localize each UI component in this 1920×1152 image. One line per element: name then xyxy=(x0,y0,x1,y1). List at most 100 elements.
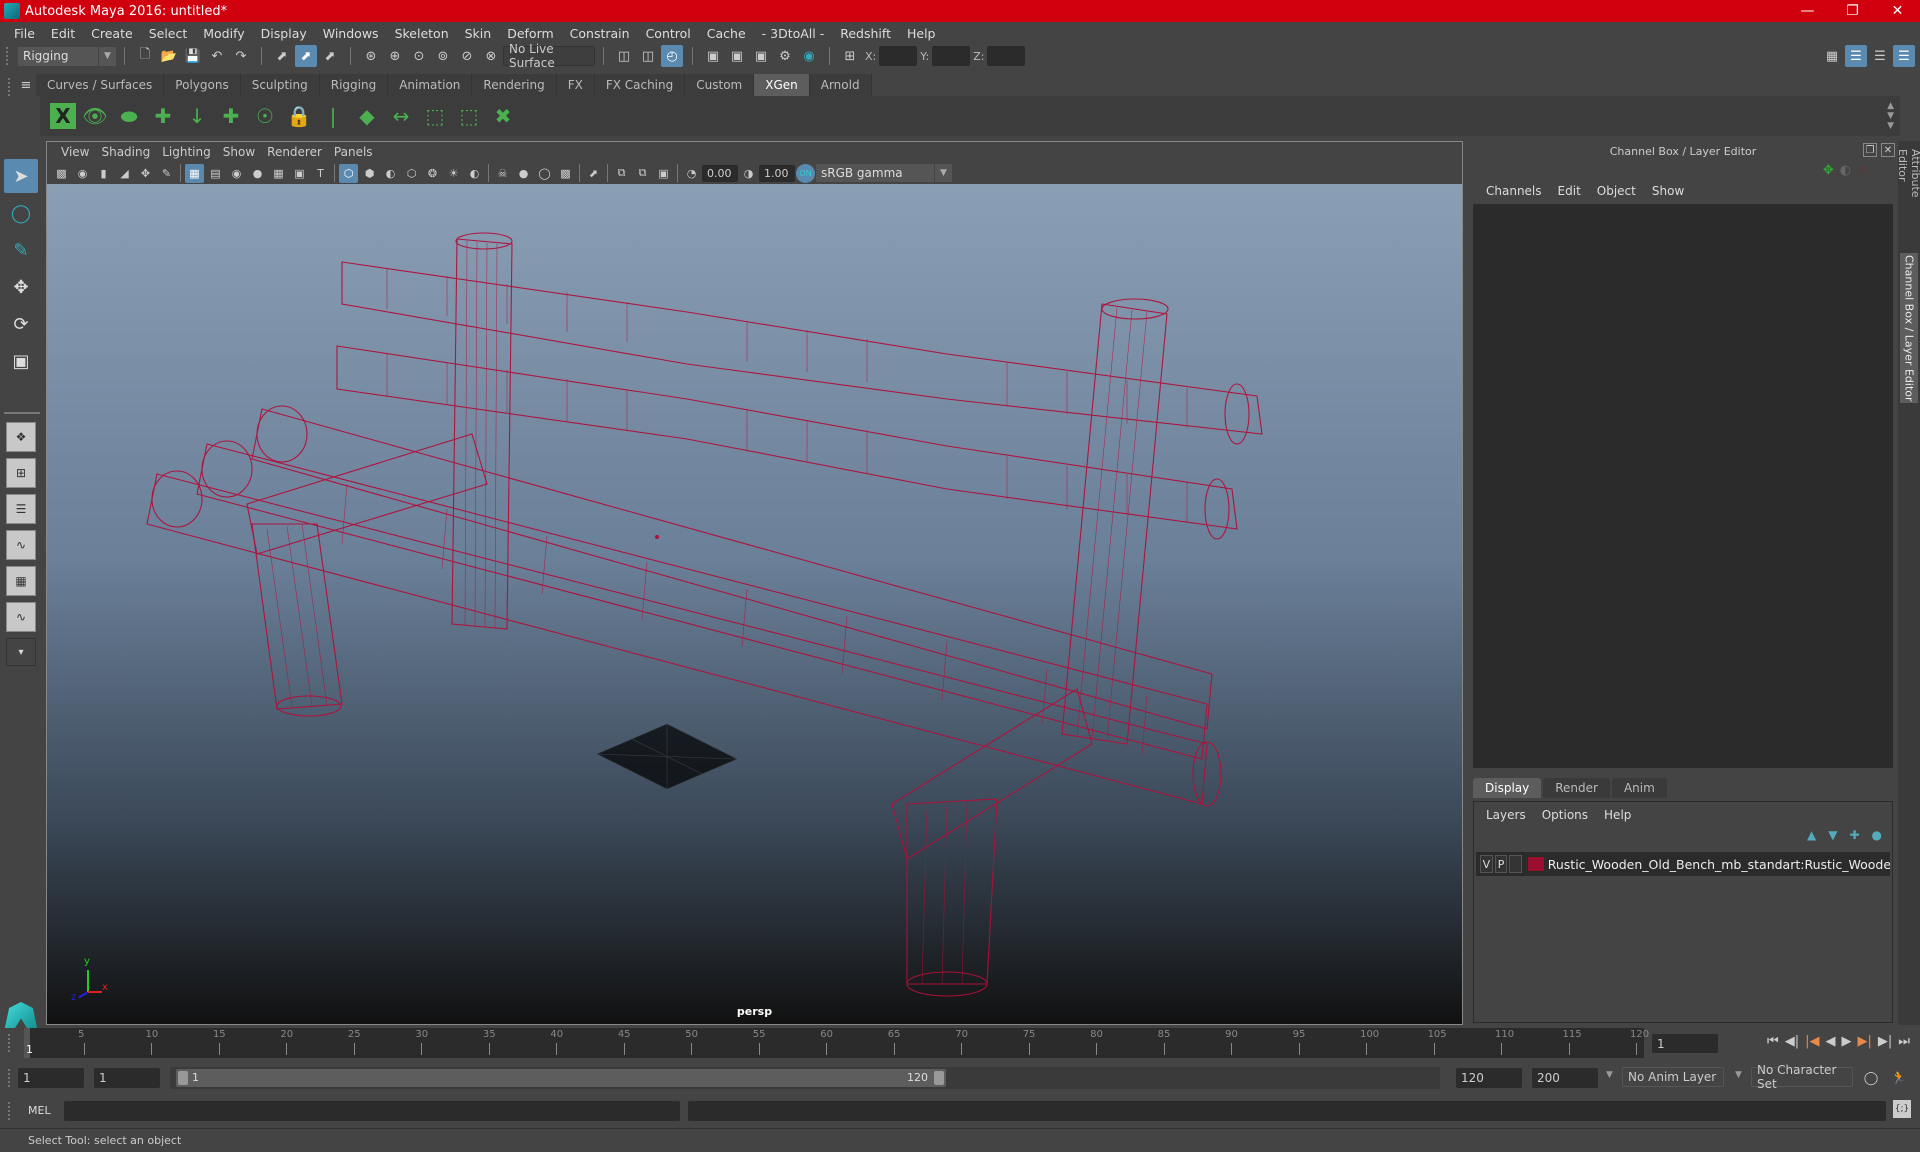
grid-icon[interactable]: ▦ xyxy=(185,163,204,183)
persp-graph-layout-icon[interactable]: ∿ xyxy=(6,530,36,560)
play-backward-icon[interactable]: ◀ xyxy=(1826,1034,1836,1049)
le-menu-help[interactable]: Help xyxy=(1596,808,1639,822)
go-to-start-icon[interactable]: ⏮ xyxy=(1767,1034,1779,1049)
menu-deform[interactable]: Deform xyxy=(499,26,561,41)
xgen-clear-preview-icon[interactable]: ⬬ xyxy=(114,101,144,131)
anim-layer-chevron-icon[interactable]: ▼ xyxy=(1606,1070,1613,1080)
menu-skeleton[interactable]: Skeleton xyxy=(387,26,457,41)
restore-button[interactable]: ❐ xyxy=(1830,0,1875,22)
shelf-menu-icon[interactable]: ≡ xyxy=(17,74,35,96)
move-layer-up-icon[interactable]: ▲ xyxy=(1807,828,1816,848)
panel-menu-panels[interactable]: Panels xyxy=(328,145,379,159)
wireframe-on-shaded-icon[interactable]: ⬡ xyxy=(402,164,421,183)
split-guides-icon[interactable]: ❘ xyxy=(318,101,348,131)
float-panel-icon[interactable]: ❐ xyxy=(1863,143,1877,157)
step-back-key-icon[interactable]: ◀| xyxy=(1785,1034,1799,1049)
menu-edit[interactable]: Edit xyxy=(43,26,83,41)
depth-of-field-icon[interactable]: ▩ xyxy=(556,164,575,183)
menu-control[interactable]: Control xyxy=(638,26,699,41)
layer-display-type-toggle[interactable] xyxy=(1509,855,1523,873)
tab-channel-box-layer-editor[interactable]: Channel Box / Layer Editor xyxy=(1900,253,1918,403)
gamma-field[interactable]: 1.00 xyxy=(759,164,795,182)
panel-menu-renderer[interactable]: Renderer xyxy=(261,145,328,159)
time-slider-track[interactable]: 1 5 10 15 20 25 30 35 40 45 50 55 60 65 70 75 80 85 90 95 1… xyxy=(24,1028,1649,1058)
bookmark-icon[interactable]: ▮ xyxy=(94,164,113,183)
tab-rendering[interactable]: Rendering xyxy=(472,74,557,96)
layer-name[interactable]: Rustic_Wooden_Old_Bench_mb_standart:Rust… xyxy=(1548,857,1890,872)
menu-constrain[interactable]: Constrain xyxy=(562,26,638,41)
character-set-chevron-icon[interactable]: ▼ xyxy=(1735,1070,1742,1080)
panel-menu-lighting[interactable]: Lighting xyxy=(156,145,217,159)
menu-cache[interactable]: Cache xyxy=(699,26,754,41)
select-component-icon[interactable]: ⬈ xyxy=(319,45,341,67)
redo-icon[interactable]: ↷ xyxy=(230,45,252,67)
gate-mask-icon[interactable]: ● xyxy=(248,164,267,183)
close-panel-icon[interactable]: ✕ xyxy=(1881,143,1895,157)
transform-mode-icon[interactable]: ⊞ xyxy=(839,45,861,67)
field-chart-icon[interactable]: ▦ xyxy=(269,164,288,183)
live-surface-field[interactable]: No Live Surface xyxy=(503,42,595,70)
cb-menu-show[interactable]: Show xyxy=(1644,184,1692,198)
manipulator-icon[interactable]: ✥ xyxy=(1823,163,1834,178)
select-hierarchy-icon[interactable]: ⬈ xyxy=(271,45,293,67)
make-live-icon[interactable]: ⊘ xyxy=(456,45,478,67)
channel-box-icon[interactable]: ☰ xyxy=(1893,45,1915,67)
auto-key-icon[interactable]: ◯ xyxy=(1860,1067,1882,1089)
range-slider-bar-fill[interactable]: 1 120 xyxy=(176,1069,946,1087)
guide-bounds-icon[interactable]: ⬚ xyxy=(454,101,484,131)
select-object-icon[interactable]: ⬈ xyxy=(295,45,317,67)
grease-pencil-icon[interactable]: ✎ xyxy=(157,164,176,183)
ipr-render-icon[interactable]: ▣ xyxy=(750,45,772,67)
le-menu-options[interactable]: Options xyxy=(1534,808,1596,822)
range-end-handle[interactable] xyxy=(934,1071,944,1085)
delete-guides-icon[interactable]: ✖ xyxy=(488,101,518,131)
exposure-field[interactable]: 0.00 xyxy=(702,164,738,182)
color-management-toggle-icon[interactable]: ON xyxy=(796,163,815,183)
xgen-preview-icon[interactable]: 👁 xyxy=(80,101,110,131)
cb-menu-channels[interactable]: Channels xyxy=(1478,184,1550,198)
playback-start-field[interactable]: 1 xyxy=(94,1068,160,1088)
create-patch-icon[interactable]: ◆ xyxy=(352,101,382,131)
animation-preferences-icon[interactable]: 🏃 xyxy=(1888,1067,1910,1089)
film-gate-icon[interactable]: ▤ xyxy=(206,164,225,183)
output-ops-icon[interactable]: ◫ xyxy=(637,45,659,67)
four-pane-layout-icon[interactable]: ⊞ xyxy=(6,458,36,488)
menu-file[interactable]: File xyxy=(6,26,43,41)
character-set-dropdown[interactable]: No Character Set xyxy=(1751,1063,1853,1091)
move-layer-down-icon[interactable]: ▼ xyxy=(1828,828,1837,848)
show-guides-icon[interactable]: ☉ xyxy=(250,101,280,131)
tab-fx[interactable]: FX xyxy=(556,74,595,96)
current-frame-field[interactable]: 1 xyxy=(1652,1034,1718,1053)
animation-start-field[interactable]: 1 xyxy=(18,1068,84,1088)
use-default-material-icon[interactable]: ◐ xyxy=(381,164,400,183)
more-layouts-icon[interactable]: ▾ xyxy=(6,638,36,666)
le-menu-layers[interactable]: Layers xyxy=(1478,808,1534,822)
layer-color-swatch[interactable] xyxy=(1528,857,1544,871)
menu-display[interactable]: Display xyxy=(253,26,315,41)
x-field[interactable] xyxy=(879,46,918,66)
anim-layer-dropdown[interactable]: No Anim Layer xyxy=(1622,1067,1724,1087)
select-camera-icon[interactable]: ▩ xyxy=(52,164,71,183)
tab-render[interactable]: Render xyxy=(1543,778,1610,798)
panel-menu-view[interactable]: View xyxy=(55,145,95,159)
gamma-icon[interactable]: ◑ xyxy=(739,164,758,183)
persp-graph-outliner-layout-icon[interactable]: ∿ xyxy=(6,602,36,632)
new-layer-icon[interactable]: ✚ xyxy=(1849,828,1859,848)
menu-redshift[interactable]: Redshift xyxy=(832,26,899,41)
safe-action-icon[interactable]: ▣ xyxy=(290,164,309,183)
snap-view-plane-icon[interactable]: ⊚ xyxy=(432,45,454,67)
tab-custom[interactable]: Custom xyxy=(685,74,755,96)
use-all-lights-icon[interactable]: ☀ xyxy=(444,164,463,183)
menu-3dtoall[interactable]: - 3DtoAll - xyxy=(754,26,833,41)
xray-icon[interactable]: ⧉ xyxy=(612,164,631,183)
color-space-dropdown[interactable]: sRGB gamma ▼ xyxy=(816,164,952,182)
grip-handle[interactable] xyxy=(8,78,14,96)
go-to-end-icon[interactable]: ⏭ xyxy=(1898,1034,1910,1049)
grip-handle[interactable] xyxy=(8,1102,14,1120)
tab-animation[interactable]: Animation xyxy=(388,74,473,96)
input-ops-icon[interactable]: ◫ xyxy=(613,45,635,67)
open-scene-icon[interactable]: 📂 xyxy=(158,45,180,67)
animation-end-field[interactable]: 200 xyxy=(1532,1068,1598,1088)
menuset-dropdown[interactable]: Rigging ▼ xyxy=(18,46,116,66)
tab-attribute-editor[interactable]: Attribute Editor xyxy=(1896,149,1920,229)
